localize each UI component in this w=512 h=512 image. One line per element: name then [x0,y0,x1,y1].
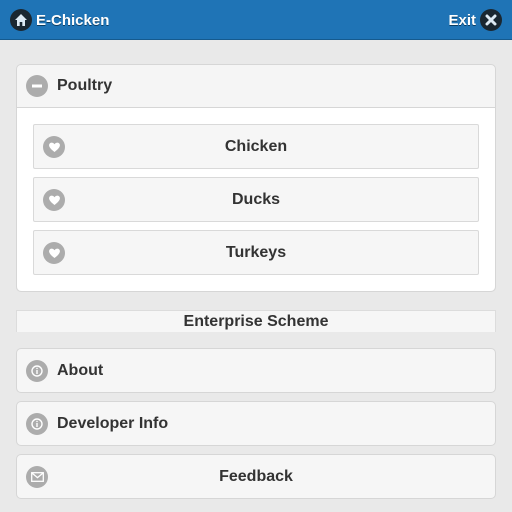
mail-icon [26,466,48,488]
ducks-label: Ducks [231,190,281,208]
feedback-button[interactable]: Feedback [16,454,496,499]
app-title: E-Chicken [36,11,110,29]
chicken-button[interactable]: Chicken [33,124,479,169]
poultry-list: Chicken Ducks Turkeys [17,108,495,291]
exit-button[interactable]: Exit [448,9,502,31]
app-header: E-Chicken Exit [0,0,512,40]
about-label: About [57,361,104,379]
minus-icon [26,75,48,97]
turkeys-label: Turkeys [225,243,287,261]
heart-icon [43,136,65,158]
info-icon [26,412,48,435]
poultry-label: Poultry [57,77,113,94]
chicken-label: Chicken [224,137,288,155]
heart-icon [43,189,65,211]
feedback-label: Feedback [219,467,293,485]
about-button[interactable]: About [16,348,496,393]
turkeys-button[interactable]: Turkeys [33,230,479,275]
info-icon [26,359,48,382]
ducks-button[interactable]: Ducks [33,177,479,222]
poultry-collapsible: Poultry Chicken Ducks Turkeys [16,64,496,292]
developer-info-label: Developer Info [57,414,169,432]
home-icon [10,9,32,31]
divider-label: Enterprise Scheme [183,313,329,330]
exit-label: Exit [448,11,476,29]
close-icon [480,9,502,31]
developer-info-button[interactable]: Developer Info [16,401,496,446]
heart-icon [43,242,65,264]
home-button[interactable]: E-Chicken [10,9,109,31]
enterprise-scheme-divider: Enterprise Scheme [16,310,496,332]
poultry-header[interactable]: Poultry [17,65,495,108]
